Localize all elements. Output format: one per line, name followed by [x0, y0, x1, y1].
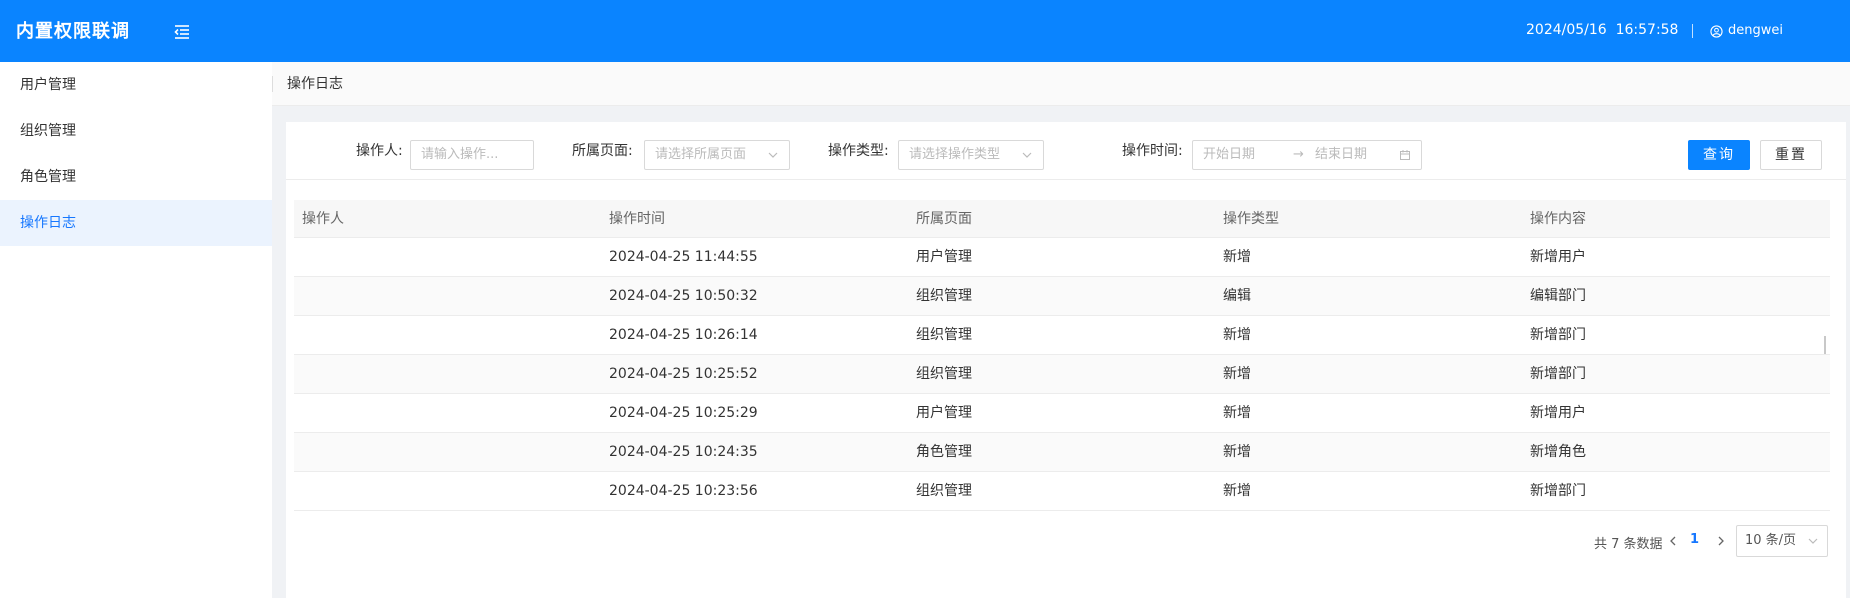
cell-type: 新增 [1223, 405, 1251, 421]
column-header-type: 操作类型 [1223, 211, 1279, 227]
cell-time: 2024-04-25 10:23:56 [609, 483, 758, 499]
cell-content: 新增用户 [1530, 405, 1586, 421]
cell-operator [294, 277, 601, 315]
user-menu[interactable]: dengwei [1710, 0, 1783, 62]
sidebar-item-user-management[interactable]: 用户管理 [0, 62, 272, 108]
scrollbar-thumb[interactable] [1824, 336, 1826, 354]
sidebar-item-label: 操作日志 [20, 215, 76, 231]
cell-page: 组织管理 [916, 288, 972, 304]
sidebar-item-label: 用户管理 [20, 77, 76, 93]
page-select[interactable]: 请选择所属页面 [644, 140, 790, 170]
chevron-down-icon [768, 152, 778, 158]
breadcrumb: 操作日志 [287, 76, 343, 92]
operator-placeholder: 请输入操作... [421, 147, 499, 162]
table-row: 2024-04-25 10:25:29 用户管理 新增 新增用户 [294, 394, 1830, 433]
sidebar-item-label: 组织管理 [20, 123, 76, 139]
cell-type: 新增 [1223, 327, 1251, 343]
date-range-picker[interactable]: 开始日期 → 结束日期 [1192, 140, 1422, 170]
sidebar: 用户管理 组织管理 角色管理 操作日志 [0, 62, 272, 598]
cell-time: 2024-04-25 10:50:32 [609, 288, 758, 304]
cell-page: 用户管理 [916, 249, 972, 265]
sidebar-item-role-management[interactable]: 角色管理 [0, 154, 272, 200]
cell-type: 编辑 [1223, 288, 1251, 304]
page-label: 所属页面: [572, 143, 633, 159]
cell-operator [294, 394, 601, 432]
type-label: 操作类型: [828, 143, 889, 159]
cell-operator [294, 316, 601, 354]
reset-button[interactable]: 重置 [1760, 140, 1822, 170]
cell-operator [294, 355, 601, 393]
table-body: 2024-04-25 11:44:55 用户管理 新增 新增用户 2024-04-25 … [294, 238, 1830, 511]
breadcrumb-bar: 操作日志 [272, 62, 1850, 106]
cell-page: 角色管理 [916, 444, 972, 460]
chevron-left-icon[interactable] [1666, 534, 1680, 548]
chevron-right-icon[interactable] [1714, 534, 1728, 548]
filter-bar: 操作人: 请输入操作... 所属页面: 请选择所属页面 操作类型: 请选择操作类… [286, 122, 1846, 180]
chevron-down-icon [1808, 538, 1818, 544]
range-separator: → [1293, 147, 1304, 162]
table-row: 2024-04-25 11:44:55 用户管理 新增 新增用户 [294, 238, 1830, 277]
query-button[interactable]: 查询 [1688, 140, 1750, 170]
table-row: 2024-04-25 10:26:14 组织管理 新增 新增部门 [294, 316, 1830, 355]
cell-content: 新增部门 [1530, 366, 1586, 382]
cell-content: 新增部门 [1530, 483, 1586, 499]
cell-type: 新增 [1223, 444, 1251, 460]
content-card: 操作人: 请输入操作... 所属页面: 请选择所属页面 操作类型: 请选择操作类… [286, 122, 1846, 598]
menu-fold-icon[interactable] [172, 22, 192, 42]
pagination-total: 共 7 条数据 [1594, 537, 1663, 552]
cell-operator [294, 472, 601, 510]
cell-type: 新增 [1223, 483, 1251, 499]
cell-time: 2024-04-25 10:25:52 [609, 366, 758, 382]
table-row: 2024-04-25 10:23:56 组织管理 新增 新增部门 [294, 472, 1830, 511]
cell-time: 2024-04-25 11:44:55 [609, 249, 758, 265]
cell-page: 组织管理 [916, 366, 972, 382]
current-datetime: 2024/05/16 16:57:58 [1526, 22, 1679, 38]
pagination-page-current[interactable]: 1 [1690, 532, 1699, 547]
operation-log-table: 操作人 操作时间 所属页面 操作类型 操作内容 2024-04-25 11:44… [294, 200, 1830, 511]
chevron-down-icon [1022, 152, 1032, 158]
cell-type: 新增 [1223, 366, 1251, 382]
table-row: 2024-04-25 10:24:35 角色管理 新增 新增角色 [294, 433, 1830, 472]
page-placeholder: 请选择所属页面 [655, 147, 747, 162]
cell-time: 2024-04-25 10:26:14 [609, 327, 758, 343]
app-title: 内置权限联调 [16, 21, 130, 42]
cell-time: 2024-04-25 10:24:35 [609, 444, 758, 460]
cell-content: 新增角色 [1530, 444, 1586, 460]
type-select[interactable]: 请选择操作类型 [898, 140, 1044, 170]
column-header-time: 操作时间 [609, 211, 665, 227]
cell-content: 新增部门 [1530, 327, 1586, 343]
calendar-icon [1400, 150, 1410, 160]
sidebar-item-label: 角色管理 [20, 169, 76, 185]
cell-type: 新增 [1223, 249, 1251, 265]
table-row: 2024-04-25 10:25:52 组织管理 新增 新增部门 [294, 355, 1830, 394]
top-header: 内置权限联调 2024/05/16 16:57:58 dengwei [0, 0, 1850, 62]
page-size-value: 10 条/页 [1745, 533, 1797, 548]
cell-operator [294, 238, 601, 276]
cell-content: 编辑部门 [1530, 288, 1586, 304]
table-header: 操作人 操作时间 所属页面 操作类型 操作内容 [294, 200, 1830, 238]
username: dengwei [1728, 23, 1783, 38]
cell-page: 用户管理 [916, 405, 972, 421]
column-header-page: 所属页面 [916, 211, 972, 227]
column-header-operator: 操作人 [302, 211, 344, 227]
end-date-input[interactable]: 结束日期 [1315, 141, 1367, 169]
operator-label: 操作人: [356, 143, 403, 159]
cell-time: 2024-04-25 10:25:29 [609, 405, 758, 421]
sidebar-item-operation-log[interactable]: 操作日志 [0, 200, 272, 246]
cell-page: 组织管理 [916, 327, 972, 343]
cell-operator [294, 433, 601, 471]
column-header-content: 操作内容 [1530, 211, 1586, 227]
time-label: 操作时间: [1122, 143, 1183, 159]
type-placeholder: 请选择操作类型 [909, 147, 1001, 162]
breadcrumb-divider [272, 76, 273, 92]
start-date-input[interactable]: 开始日期 [1203, 147, 1255, 162]
operator-input[interactable]: 请输入操作... [410, 140, 534, 170]
sidebar-item-org-management[interactable]: 组织管理 [0, 108, 272, 154]
user-icon [1710, 24, 1723, 38]
header-divider [1692, 24, 1693, 38]
page-size-select[interactable]: 10 条/页 [1736, 525, 1828, 557]
cell-page: 组织管理 [916, 483, 972, 499]
table-row: 2024-04-25 10:50:32 组织管理 编辑 编辑部门 [294, 277, 1830, 316]
cell-content: 新增用户 [1530, 249, 1586, 265]
